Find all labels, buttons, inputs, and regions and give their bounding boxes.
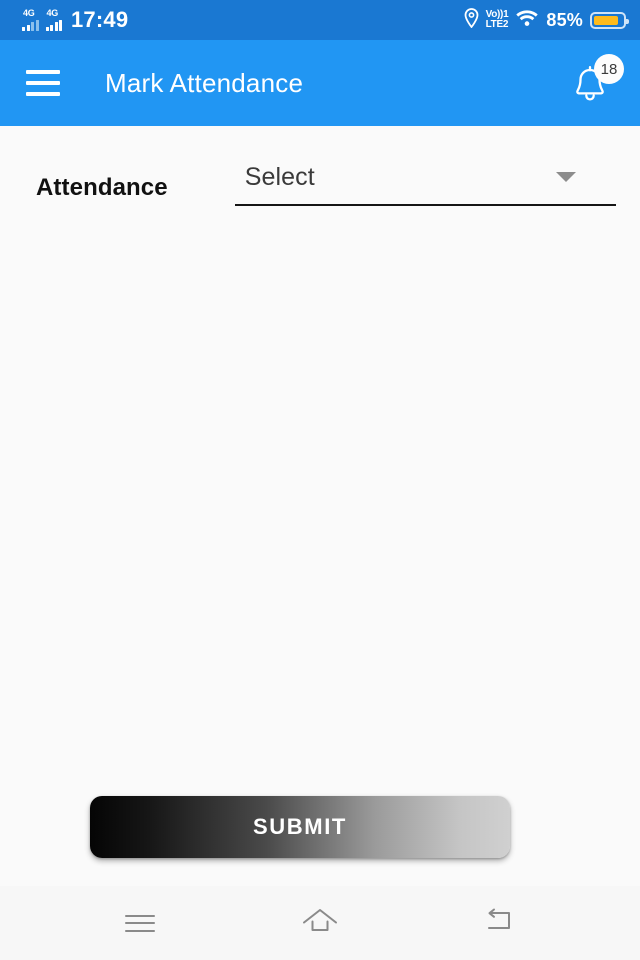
- app-bar: Mark Attendance 18: [0, 40, 640, 126]
- battery-percent-label: 85%: [546, 9, 583, 30]
- volte-indicator: Vo))1 LTE2: [485, 9, 509, 31]
- attendance-dropdown-value: Select: [244, 162, 315, 191]
- back-icon: [484, 907, 516, 940]
- sim1-network-label: 4G: [23, 8, 35, 18]
- chevron-down-icon: [556, 172, 576, 182]
- recents-icon: [125, 914, 155, 932]
- sim2-indicator: 4G: [45, 6, 62, 34]
- home-icon: [301, 906, 339, 941]
- attendance-field-row: Attendance Select: [0, 150, 640, 206]
- page-title: Mark Attendance: [105, 67, 304, 98]
- android-navigation-bar: [0, 886, 640, 960]
- attendance-dropdown[interactable]: Select: [234, 150, 616, 206]
- location-pin-icon: [464, 7, 479, 33]
- notification-badge: 18: [594, 54, 624, 84]
- wifi-icon: [515, 8, 539, 32]
- recents-button[interactable]: [107, 900, 173, 946]
- back-button[interactable]: [467, 900, 533, 946]
- battery-icon: [590, 11, 629, 29]
- attendance-label: Attendance: [36, 174, 168, 201]
- status-bar-right: Vo))1 LTE2 85%: [464, 7, 629, 33]
- sim2-network-label: 4G: [46, 8, 59, 18]
- sim1-indicator: 4G: [22, 6, 39, 34]
- sim2-signal-bars-icon: [45, 19, 62, 31]
- sim1-signal-bars-icon: [22, 19, 39, 31]
- hamburger-menu-icon[interactable]: [26, 70, 60, 96]
- status-bar-left: 4G 4G 17:49: [22, 6, 128, 34]
- submit-button[interactable]: SUBMIT: [90, 796, 510, 858]
- status-bar: 4G 4G 17:49 Vo))1 LTE2 85%: [0, 0, 640, 40]
- volte-sim2-label: LTE2: [485, 19, 509, 30]
- main-content: Attendance Select SUBMIT: [0, 126, 640, 886]
- home-button[interactable]: [287, 900, 353, 946]
- status-bar-clock: 17:49: [71, 7, 129, 32]
- phone-screen: 4G 4G 17:49 Vo))1 LTE2 85% Mark Attendan…: [0, 0, 640, 960]
- notifications-button[interactable]: 18: [568, 54, 624, 111]
